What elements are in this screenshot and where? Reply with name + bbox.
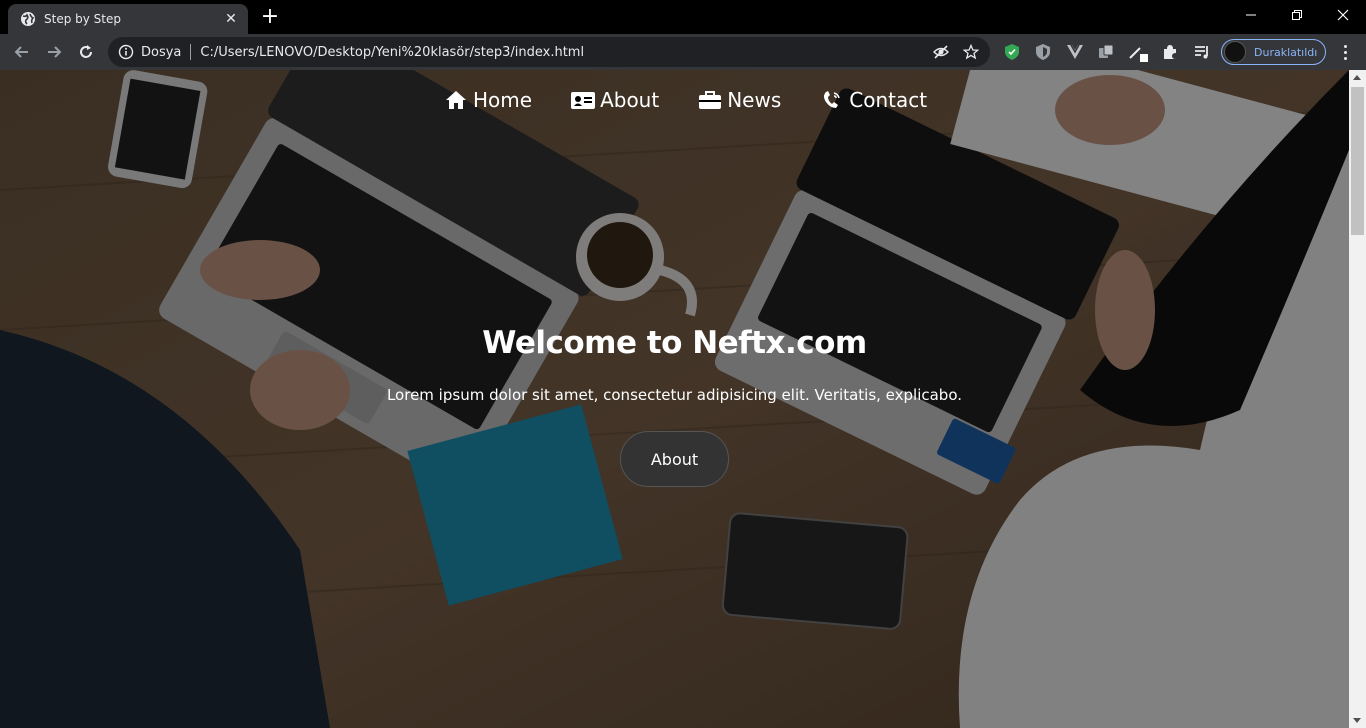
nav-home-label: Home (473, 88, 533, 112)
id-card-icon (571, 90, 596, 110)
avatar (1224, 41, 1246, 63)
home-icon (444, 90, 468, 110)
briefcase-icon (698, 90, 722, 110)
about-button[interactable]: About (620, 431, 729, 487)
scrollbar-thumb[interactable] (1351, 87, 1364, 235)
main-nav: Home About News Contact (444, 88, 927, 112)
tab-title: Step by Step (44, 12, 121, 26)
star-icon[interactable] (960, 41, 982, 63)
scroll-up-icon[interactable] (1353, 75, 1361, 80)
profile-button[interactable]: Duraklatıldı (1221, 39, 1326, 65)
browser-tab[interactable]: Step by Step ✕ (8, 4, 248, 34)
divider (190, 44, 192, 60)
close-icon (1337, 9, 1349, 21)
forward-button[interactable] (41, 40, 67, 64)
shield-icon[interactable] (1033, 42, 1053, 62)
minimize-icon (1246, 14, 1256, 16)
nav-about-label: About (600, 88, 660, 112)
url-text[interactable]: C:/Users/LENOVO/Desktop/Yeni%20klasör/st… (200, 45, 930, 60)
site-label: Dosya (141, 44, 182, 60)
shield-green-icon[interactable] (1002, 42, 1022, 62)
eye-off-icon[interactable] (930, 41, 952, 63)
browser-toolbar: Dosya C:/Users/LENOVO/Desktop/Yeni%20kla… (0, 34, 1366, 70)
reload-button[interactable] (73, 40, 99, 64)
pen-icon[interactable] (1128, 42, 1148, 62)
menu-button[interactable] (1336, 42, 1354, 62)
puzzle-icon[interactable] (1160, 42, 1180, 62)
back-button[interactable] (9, 40, 35, 64)
globe-icon (21, 12, 35, 26)
tab-strip: Step by Step ✕ + (0, 0, 1366, 34)
info-icon[interactable] (118, 44, 134, 60)
nav-home[interactable]: Home (444, 88, 532, 112)
nav-news-label: News (727, 88, 782, 112)
copy-icon[interactable] (1096, 42, 1116, 62)
vue-icon[interactable] (1065, 42, 1085, 62)
nav-contact-label: Contact (849, 88, 928, 112)
page-viewport: Home About News Contact Welcome to Neftx… (0, 70, 1349, 728)
reload-icon (80, 45, 92, 58)
arrow-right-icon (48, 46, 62, 58)
nav-contact[interactable]: Contact (820, 88, 927, 112)
profile-status: Duraklatıldı (1254, 45, 1318, 59)
scroll-down-icon[interactable] (1353, 718, 1361, 723)
arrow-left-icon (14, 46, 28, 58)
tab-close-icon[interactable]: ✕ (222, 11, 240, 27)
phone-icon (820, 90, 844, 110)
hero-subtitle: Lorem ipsum dolor sit amet, consectetur … (386, 386, 963, 404)
nav-news[interactable]: News (698, 88, 781, 112)
close-window-button[interactable] (1320, 0, 1366, 30)
restore-icon (1292, 10, 1302, 20)
nav-about[interactable]: About (571, 88, 659, 112)
new-tab-button[interactable]: + (258, 6, 282, 30)
media-control-icon[interactable] (1192, 42, 1212, 62)
address-bar[interactable]: Dosya C:/Users/LENOVO/Desktop/Yeni%20kla… (108, 37, 990, 67)
minimize-button[interactable] (1228, 0, 1274, 30)
hero-title: Welcome to Neftx.com (482, 325, 867, 361)
restore-button[interactable] (1274, 0, 1320, 30)
page-scrollbar[interactable] (1349, 70, 1366, 728)
